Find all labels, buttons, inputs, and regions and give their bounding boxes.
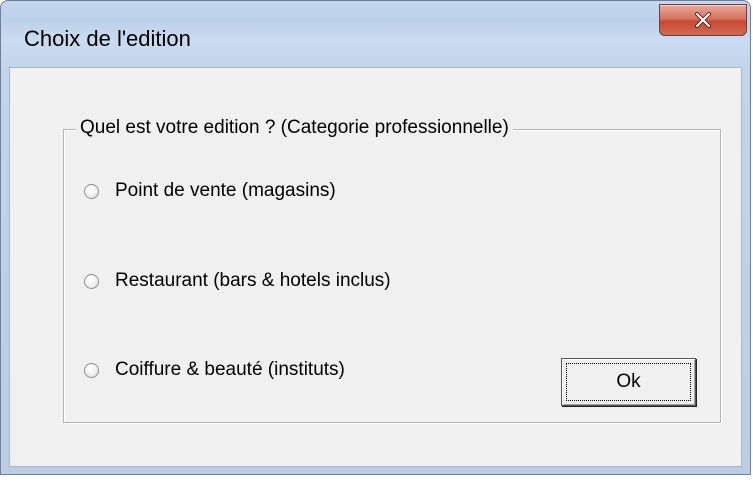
group-legend: Quel est votre edition ? (Categorie prof… (76, 117, 513, 139)
radio-button[interactable] (84, 273, 99, 289)
dialog-window: Choix de l'edition Quel est votre editio… (0, 0, 751, 475)
close-button[interactable] (659, 4, 747, 36)
radio-button[interactable] (84, 183, 99, 199)
radio-label: Point de vente (magasins) (115, 180, 336, 201)
ok-button-label: Ok (616, 371, 641, 392)
radio-option-restaurant[interactable]: Restaurant (bars & hotels inclus) (84, 270, 391, 292)
radio-option-point-de-vente[interactable]: Point de vente (magasins) (84, 180, 336, 202)
radio-option-coiffure[interactable]: Coiffure & beauté (instituts) (84, 359, 345, 381)
ok-button[interactable]: Ok (561, 358, 696, 406)
window-title: Choix de l'edition (24, 26, 191, 51)
radio-label: Coiffure & beauté (instituts) (115, 359, 345, 380)
focus-rectangle: Ok (566, 363, 691, 401)
radio-label: Restaurant (bars & hotels inclus) (115, 270, 391, 291)
dialog-client-area: Quel est votre edition ? (Categorie prof… (9, 67, 742, 467)
title-bar[interactable]: Choix de l'edition (1, 1, 750, 67)
close-icon (660, 5, 746, 35)
radio-button[interactable] (84, 362, 99, 378)
